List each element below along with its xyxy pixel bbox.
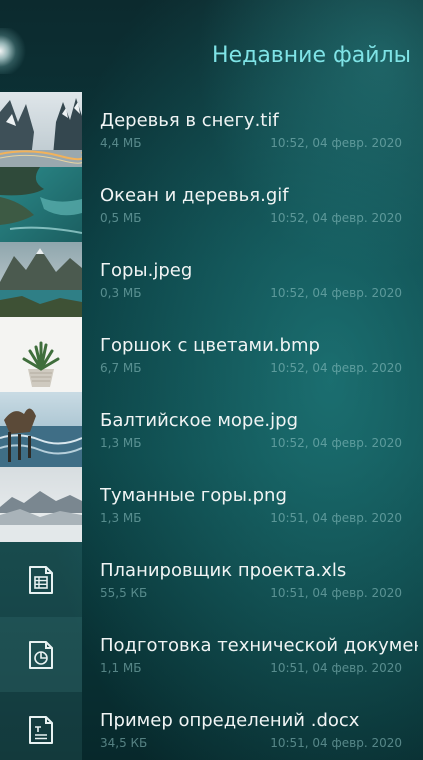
file-size: 34,5 КБ <box>100 736 148 750</box>
foggy-mountains-thumbnail <box>0 467 82 542</box>
file-name: Горы.jpeg <box>100 260 193 281</box>
list-item[interactable]: Горшок с цветами.bmp 6,7 МБ 10:52, 04 фе… <box>0 317 423 392</box>
file-name: Туманные горы.png <box>100 485 287 506</box>
file-name: Деревья в снегу.tif <box>100 110 279 131</box>
list-item[interactable]: Деревья в снегу.tif 4,4 МБ 10:52, 04 фев… <box>0 92 423 167</box>
list-item[interactable]: Горы.jpeg 0,3 МБ 10:52, 04 февр. 2020 <box>0 242 423 317</box>
file-size: 4,4 МБ <box>100 136 142 150</box>
list-item[interactable]: Туманные горы.png 1,3 МБ 10:51, 04 февр.… <box>0 467 423 542</box>
file-date: 10:52, 04 февр. 2020 <box>270 136 402 150</box>
page-title: Недавние файлы <box>212 43 411 68</box>
spreadsheet-icon <box>0 542 82 617</box>
list-item[interactable]: Планировщик проекта.xls 55,5 КБ 10:51, 0… <box>0 542 423 617</box>
file-name: Пример определений .docx <box>100 710 360 731</box>
file-name: Планировщик проекта.xls <box>100 560 347 581</box>
file-date: 10:52, 04 февр. 2020 <box>270 361 402 375</box>
ocean-trees-thumbnail <box>0 167 82 242</box>
pulley-menu-indicator[interactable] <box>0 28 26 74</box>
baltic-sea-thumbnail <box>0 392 82 467</box>
mountains-thumbnail <box>0 242 82 317</box>
recent-files-page: Недавние файлы Деревья в снегу.tif 4,4 М… <box>0 0 423 760</box>
potted-plant-thumbnail <box>0 317 82 392</box>
file-name: Подготовка технической документации <box>100 635 418 656</box>
list-item[interactable]: Пример определений .docx 34,5 КБ 10:51, … <box>0 692 423 760</box>
file-date: 10:52, 04 февр. 2020 <box>270 211 402 225</box>
file-date: 10:51, 04 февр. 2020 <box>270 511 402 525</box>
presentation-icon <box>0 617 82 692</box>
file-size: 0,5 МБ <box>100 211 142 225</box>
file-date: 10:51, 04 февр. 2020 <box>270 736 402 750</box>
file-size: 1,1 МБ <box>100 661 142 675</box>
file-size: 55,5 КБ <box>100 586 148 600</box>
file-date: 10:51, 04 февр. 2020 <box>270 586 402 600</box>
snowy-trees-thumbnail <box>0 92 82 167</box>
file-name: Океан и деревья.gif <box>100 185 289 206</box>
file-date: 10:52, 04 февр. 2020 <box>270 286 402 300</box>
list-item[interactable]: Подготовка технической документации 1,1 … <box>0 617 423 692</box>
file-list: Деревья в снегу.tif 4,4 МБ 10:52, 04 фев… <box>0 92 423 760</box>
file-size: 0,3 МБ <box>100 286 142 300</box>
text-document-icon <box>0 692 82 760</box>
file-name: Балтийское море.jpg <box>100 410 299 431</box>
list-item[interactable]: Океан и деревья.gif 0,5 МБ 10:52, 04 фев… <box>0 167 423 242</box>
file-date: 10:52, 04 февр. 2020 <box>270 436 402 450</box>
file-name: Горшок с цветами.bmp <box>100 335 320 356</box>
file-size: 1,3 МБ <box>100 436 142 450</box>
list-item[interactable]: Балтийское море.jpg 1,3 МБ 10:52, 04 фев… <box>0 392 423 467</box>
file-size: 1,3 МБ <box>100 511 142 525</box>
file-date: 10:51, 04 февр. 2020 <box>270 661 402 675</box>
file-size: 6,7 МБ <box>100 361 142 375</box>
